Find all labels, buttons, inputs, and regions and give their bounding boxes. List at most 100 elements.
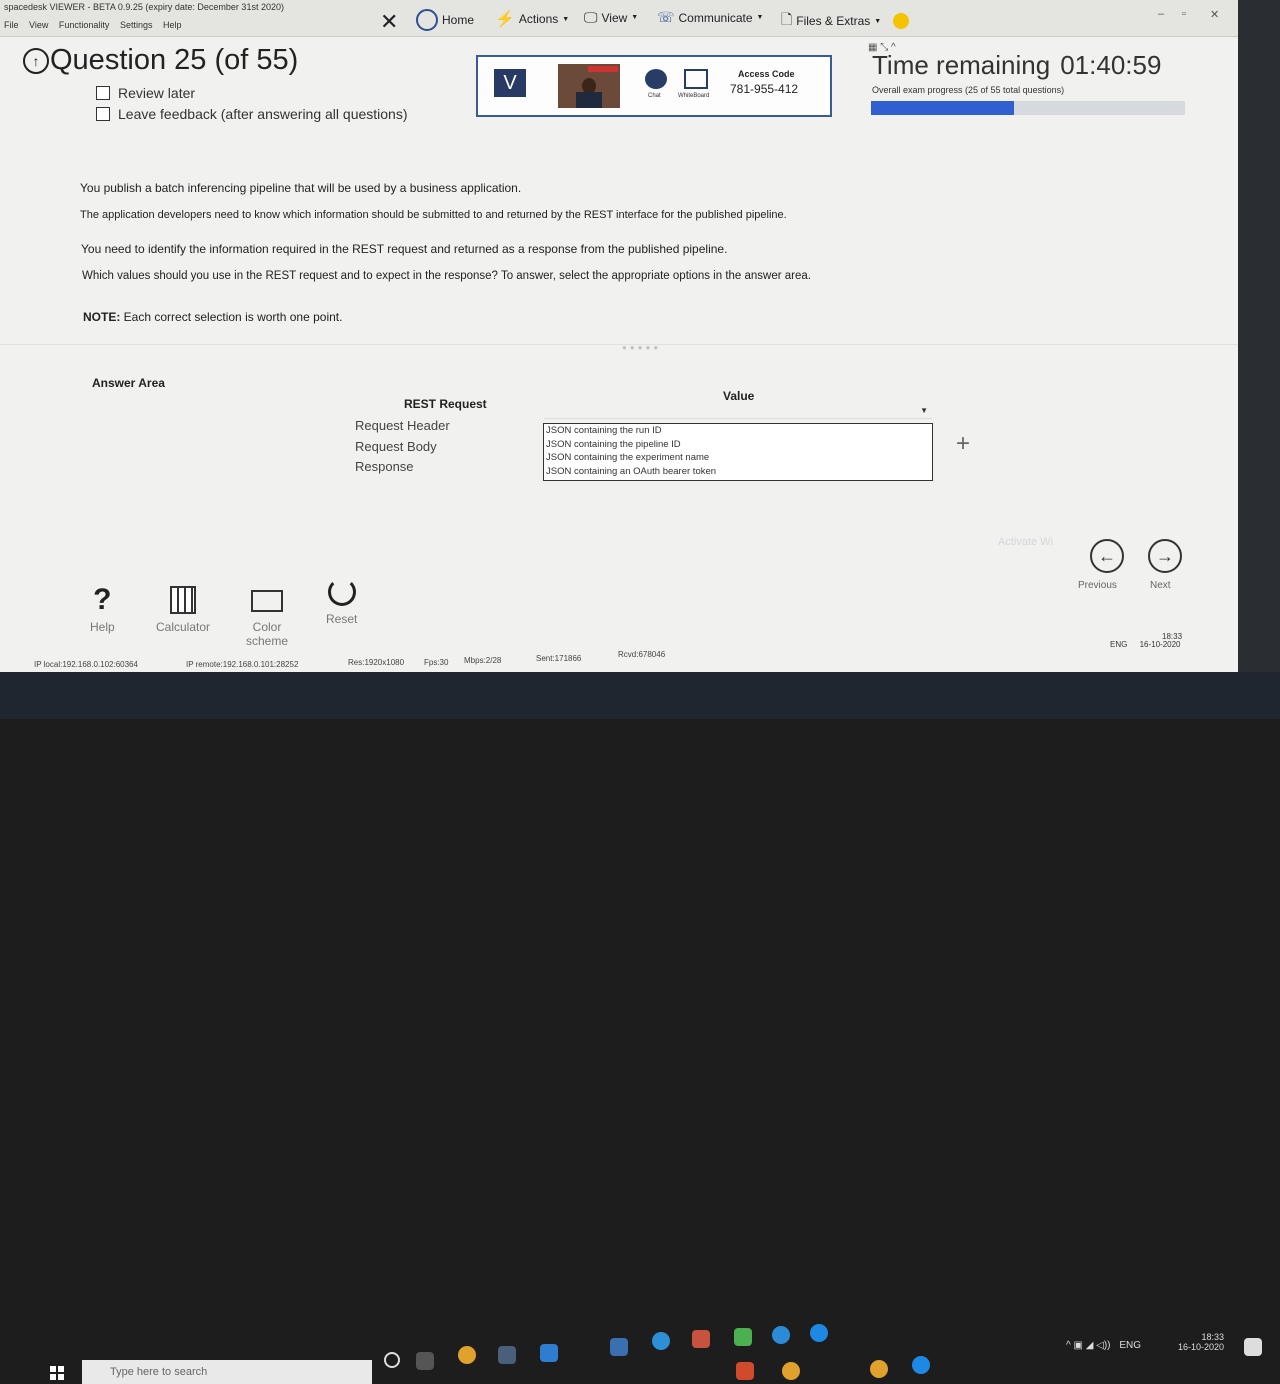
- status-sent: Sent:171866: [536, 654, 582, 663]
- file-icon: 🗋: [781, 11, 793, 27]
- back-icon[interactable]: ↑: [23, 48, 49, 74]
- minimize-icon[interactable]: –: [1158, 8, 1164, 20]
- chat-icon[interactable]: [645, 69, 667, 89]
- monitor-icon: [251, 590, 284, 612]
- review-later-checkbox[interactable]: Review later: [96, 85, 195, 101]
- progress-bar: [871, 101, 1185, 115]
- edge-icon[interactable]: [652, 1332, 670, 1350]
- system-tray: ^ ▣ ◢ ◁)) ENG: [1066, 1340, 1141, 1351]
- app-icon[interactable]: [772, 1326, 790, 1344]
- calculator-icon: [170, 586, 197, 614]
- menu-view[interactable]: View: [29, 20, 48, 30]
- app-icon[interactable]: [734, 1328, 752, 1346]
- chrome-icon[interactable]: [782, 1362, 800, 1380]
- store-icon[interactable]: [498, 1346, 516, 1364]
- question-paragraph: You publish a batch inferencing pipeline…: [80, 181, 522, 195]
- tray-lang: ENG: [1119, 1340, 1141, 1351]
- app-menu: File View Functionality Settings Help: [4, 20, 190, 30]
- menu-file[interactable]: File: [4, 20, 19, 30]
- help-label: Help: [90, 620, 115, 634]
- windows-start-icon[interactable]: [50, 1366, 64, 1380]
- view-button[interactable]: 🖵 View ▼: [584, 9, 638, 26]
- access-code-title: Access Code: [738, 69, 795, 79]
- inner-date: 16-10-2020: [1139, 640, 1181, 649]
- communicate-button[interactable]: ☏ Communicate ▼: [657, 9, 763, 26]
- inner-tray: ENG 16-10-2020: [1110, 640, 1181, 649]
- color-scheme-label-2: scheme: [246, 634, 289, 648]
- files-label: Files & Extras: [796, 14, 871, 28]
- tray-icons: ^ ▣ ◢ ◁)): [1066, 1340, 1111, 1351]
- viewer-status-bar: IP local:192.168.0.102:60364 IP remote:1…: [34, 650, 684, 672]
- close-icon[interactable]: ✕: [380, 9, 398, 35]
- dropdown-option[interactable]: JSON containing the run ID: [544, 424, 932, 438]
- dropdown-option[interactable]: JSON containing the experiment name: [544, 451, 932, 465]
- row-request-header: Request Header: [355, 418, 450, 433]
- col-value: Value: [723, 389, 755, 403]
- smiley-icon: [893, 13, 910, 29]
- value-dropdown-list: JSON containing the run ID JSON containi…: [543, 423, 933, 481]
- notifications-icon[interactable]: [1244, 1338, 1262, 1356]
- dropdown-option[interactable]: JSON containing the pipeline ID: [544, 438, 932, 452]
- chrome-icon[interactable]: [870, 1360, 888, 1378]
- side-strip: [1238, 0, 1280, 672]
- taskbar-date: 16-10-2020: [1178, 1342, 1225, 1352]
- question-mark-icon: ?: [93, 583, 112, 616]
- window-close-icon[interactable]: ✕: [1210, 8, 1219, 21]
- chrome-icon[interactable]: [458, 1346, 476, 1364]
- value-select[interactable]: ▼: [544, 404, 932, 419]
- plus-cursor-icon: +: [956, 430, 971, 457]
- next-label: Next: [1150, 580, 1171, 591]
- home-label: Home: [442, 13, 475, 27]
- calculator-button[interactable]: Calculator: [156, 580, 210, 634]
- status-res: Res:1920x1080: [348, 658, 405, 667]
- app-icon[interactable]: [610, 1338, 628, 1356]
- taskbar-search[interactable]: Type here to search: [82, 1360, 372, 1384]
- review-later-label: Review later: [118, 85, 196, 101]
- help-button[interactable]: ? Help: [90, 580, 115, 634]
- taskbar-clock[interactable]: 18:33 16-10-2020: [1178, 1332, 1224, 1352]
- whiteboard-icon[interactable]: [684, 69, 708, 89]
- proctor-logo: V: [494, 69, 526, 97]
- remote-screen: spacedesk VIEWER - BETA 0.9.25 (expiry d…: [0, 0, 1238, 672]
- menu-help[interactable]: Help: [163, 20, 182, 30]
- row-request-body: Request Body: [355, 439, 437, 454]
- app-icon[interactable]: [912, 1356, 930, 1374]
- time-value: 01:40:59: [1060, 50, 1162, 80]
- files-extras-button[interactable]: 🗋 Files & Extras ▼: [781, 9, 910, 33]
- actions-button[interactable]: ⚡ Actions ▼: [495, 9, 569, 29]
- resize-handle[interactable]: ●●●●●: [622, 343, 661, 352]
- section-divider: [0, 344, 1238, 345]
- question-paragraph: The application developers need to know …: [80, 209, 787, 221]
- leave-feedback-checkbox[interactable]: Leave feedback (after answering all ques…: [96, 106, 408, 122]
- dropdown-option[interactable]: JSON containing an OAuth bearer token: [544, 465, 932, 479]
- answer-area-title: Answer Area: [92, 376, 165, 390]
- checkbox-box: [96, 107, 110, 121]
- cortana-icon[interactable]: [384, 1352, 400, 1368]
- app-icon[interactable]: [692, 1330, 710, 1348]
- previous-button[interactable]: ←: [1090, 539, 1124, 573]
- color-scheme-label-1: Color: [252, 620, 282, 634]
- color-scheme-button[interactable]: Color scheme: [246, 580, 288, 648]
- leave-feedback-label: Leave feedback (after answering all ques…: [118, 106, 408, 122]
- app-title: spacedesk VIEWER - BETA 0.9.25 (expiry d…: [4, 2, 284, 12]
- monitor-icon: 🖵: [584, 9, 598, 25]
- status-mbps: Mbps:2/28: [464, 656, 502, 665]
- app-icon[interactable]: [540, 1344, 558, 1362]
- reset-label: Reset: [326, 612, 358, 626]
- reset-button[interactable]: Reset: [326, 572, 357, 626]
- inner-lang: ENG: [1110, 640, 1128, 649]
- task-view-icon[interactable]: [416, 1352, 434, 1370]
- powerpoint-icon[interactable]: [736, 1362, 754, 1380]
- menu-settings[interactable]: Settings: [120, 20, 153, 30]
- viewer-titlebar: spacedesk VIEWER - BETA 0.9.25 (expiry d…: [0, 0, 1238, 37]
- restore-icon[interactable]: ▫: [1182, 8, 1186, 20]
- question-note: NOTE: Each correct selection is worth on…: [83, 310, 342, 324]
- next-button[interactable]: →: [1148, 539, 1182, 573]
- menu-functionality[interactable]: Functionality: [59, 20, 110, 30]
- checkbox-box: [96, 86, 110, 100]
- search-placeholder: Type here to search: [110, 1366, 208, 1378]
- home-button[interactable]: Home: [416, 9, 474, 31]
- progress-label: Overall exam progress (25 of 55 total qu…: [872, 85, 1065, 95]
- time-label: Time remaining: [872, 50, 1051, 80]
- app-icon[interactable]: [810, 1324, 828, 1342]
